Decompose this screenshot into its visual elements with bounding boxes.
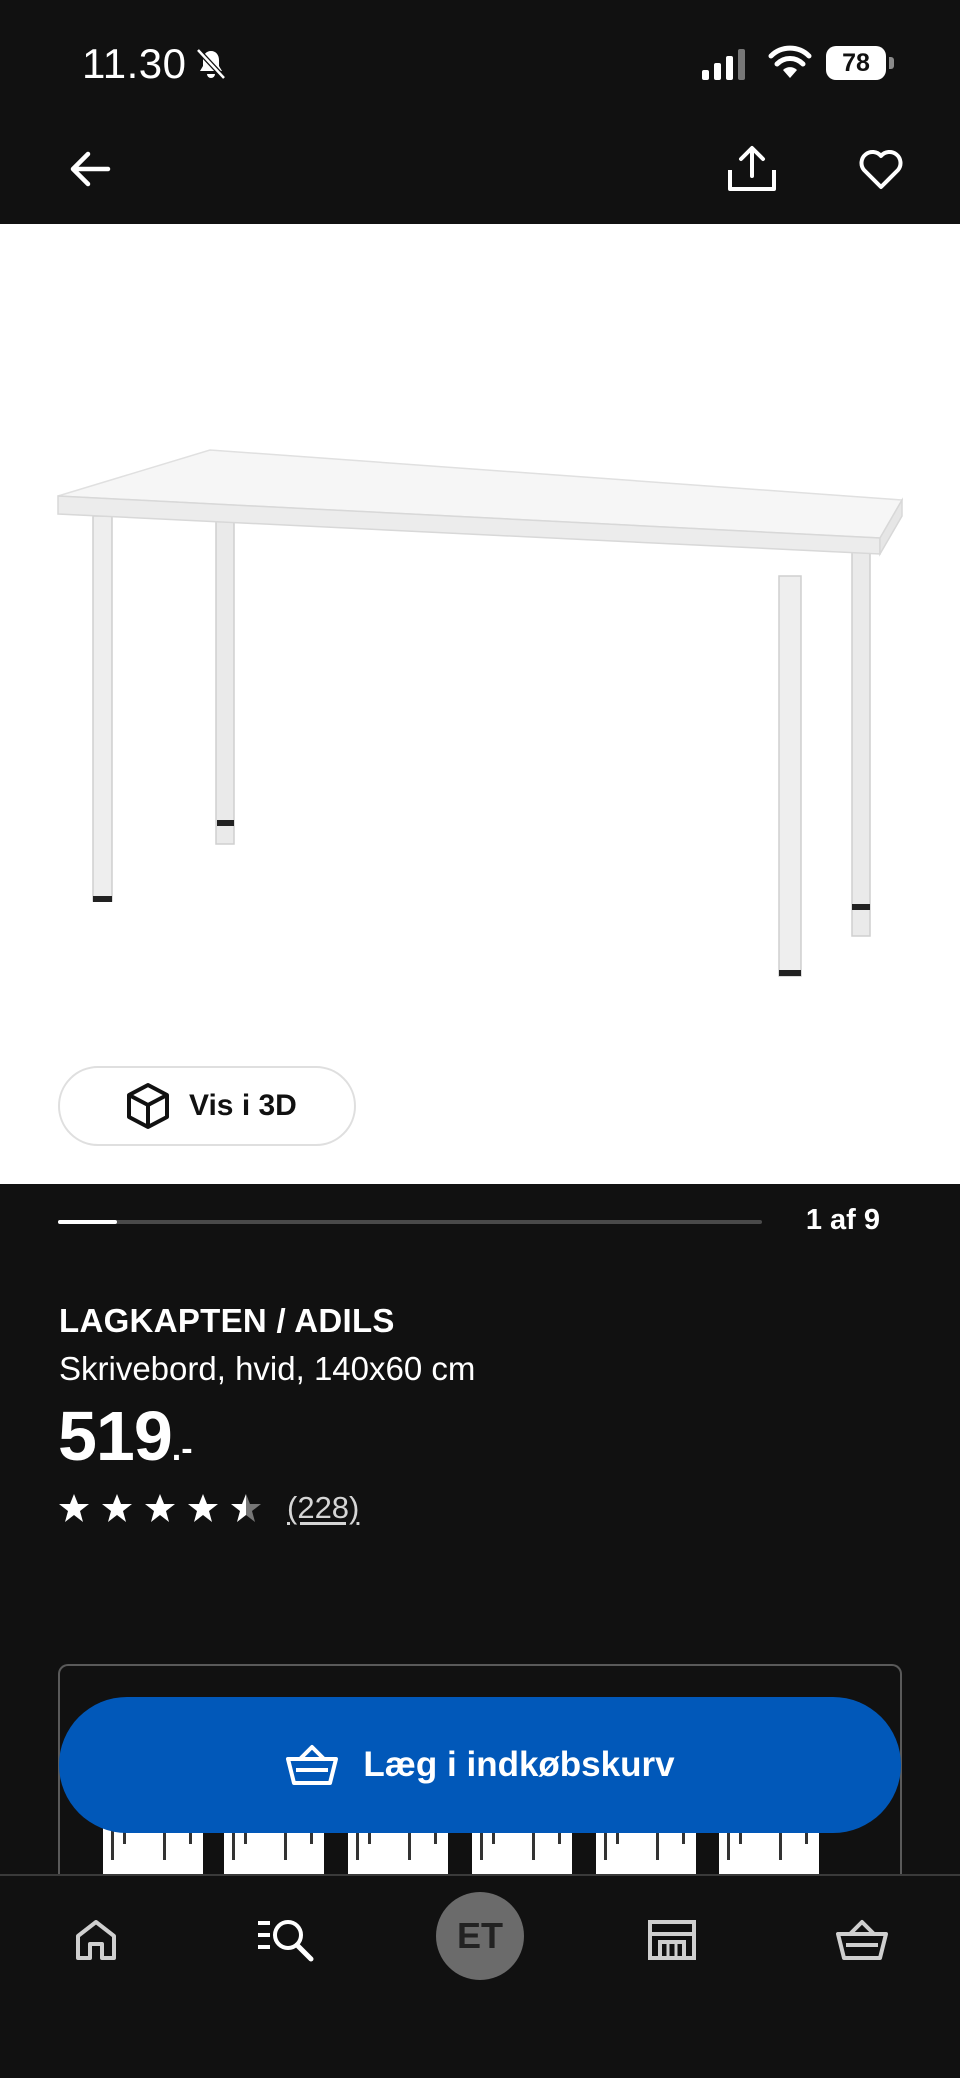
share-icon bbox=[728, 146, 776, 191]
bell-muted-icon bbox=[196, 48, 226, 80]
product-image[interactable]: Vis i 3D bbox=[0, 224, 960, 1184]
gallery-counter: 1 af 9 bbox=[805, 1204, 880, 1236]
tab-home[interactable] bbox=[56, 1900, 136, 1980]
view-3d-button[interactable]: Vis i 3D bbox=[58, 1066, 356, 1146]
top-nav bbox=[0, 130, 960, 224]
wifi-icon bbox=[768, 45, 812, 78]
tab-profile-avatar[interactable]: ET bbox=[436, 1892, 524, 1980]
search-list-icon bbox=[258, 1920, 314, 1962]
status-bar: 11.30 78 bbox=[0, 0, 960, 130]
home-icon bbox=[76, 1920, 116, 1960]
product-description: Skrivebord, hvid, 140x60 cm bbox=[59, 1350, 476, 1387]
product-rating[interactable]: (228) bbox=[58, 1490, 359, 1526]
product-price: 519.- bbox=[58, 1396, 193, 1476]
share-button[interactable] bbox=[722, 139, 782, 199]
star-icon bbox=[59, 1494, 89, 1522]
star-icon bbox=[145, 1494, 175, 1522]
star-icon bbox=[102, 1494, 132, 1522]
desk-image bbox=[57, 449, 904, 977]
gallery-progress bbox=[58, 1220, 762, 1224]
add-to-cart-button[interactable]: Læg i indkøbskurv bbox=[59, 1697, 901, 1833]
gallery-progress-fill bbox=[58, 1220, 117, 1224]
heart-icon bbox=[859, 150, 903, 189]
review-count-link[interactable]: (228) bbox=[287, 1490, 359, 1526]
cube-icon bbox=[127, 1083, 169, 1129]
back-button[interactable] bbox=[60, 139, 120, 199]
battery-level: 78 bbox=[842, 49, 870, 77]
rating-stars bbox=[58, 1492, 273, 1524]
add-to-cart-label: Læg i indkøbskurv bbox=[363, 1745, 675, 1784]
store-icon bbox=[648, 1920, 696, 1960]
status-time: 11.30 bbox=[82, 40, 187, 87]
favorite-button[interactable] bbox=[851, 139, 911, 199]
tab-cart[interactable] bbox=[822, 1900, 902, 1980]
view-3d-label: Vis i 3D bbox=[189, 1089, 297, 1122]
basket-icon bbox=[836, 1920, 888, 1960]
basket-icon bbox=[286, 1745, 339, 1785]
price-value: 519 bbox=[58, 1397, 173, 1475]
tab-search[interactable] bbox=[246, 1900, 326, 1980]
tab-store[interactable] bbox=[632, 1900, 712, 1980]
signal-icon bbox=[702, 49, 745, 80]
back-arrow-icon bbox=[70, 151, 111, 187]
battery-icon: 78 bbox=[826, 46, 896, 80]
price-suffix: .- bbox=[171, 1430, 193, 1468]
product-name: LAGKAPTEN / ADILS bbox=[59, 1302, 395, 1339]
star-icon bbox=[231, 1494, 261, 1522]
star-icon bbox=[188, 1494, 218, 1522]
